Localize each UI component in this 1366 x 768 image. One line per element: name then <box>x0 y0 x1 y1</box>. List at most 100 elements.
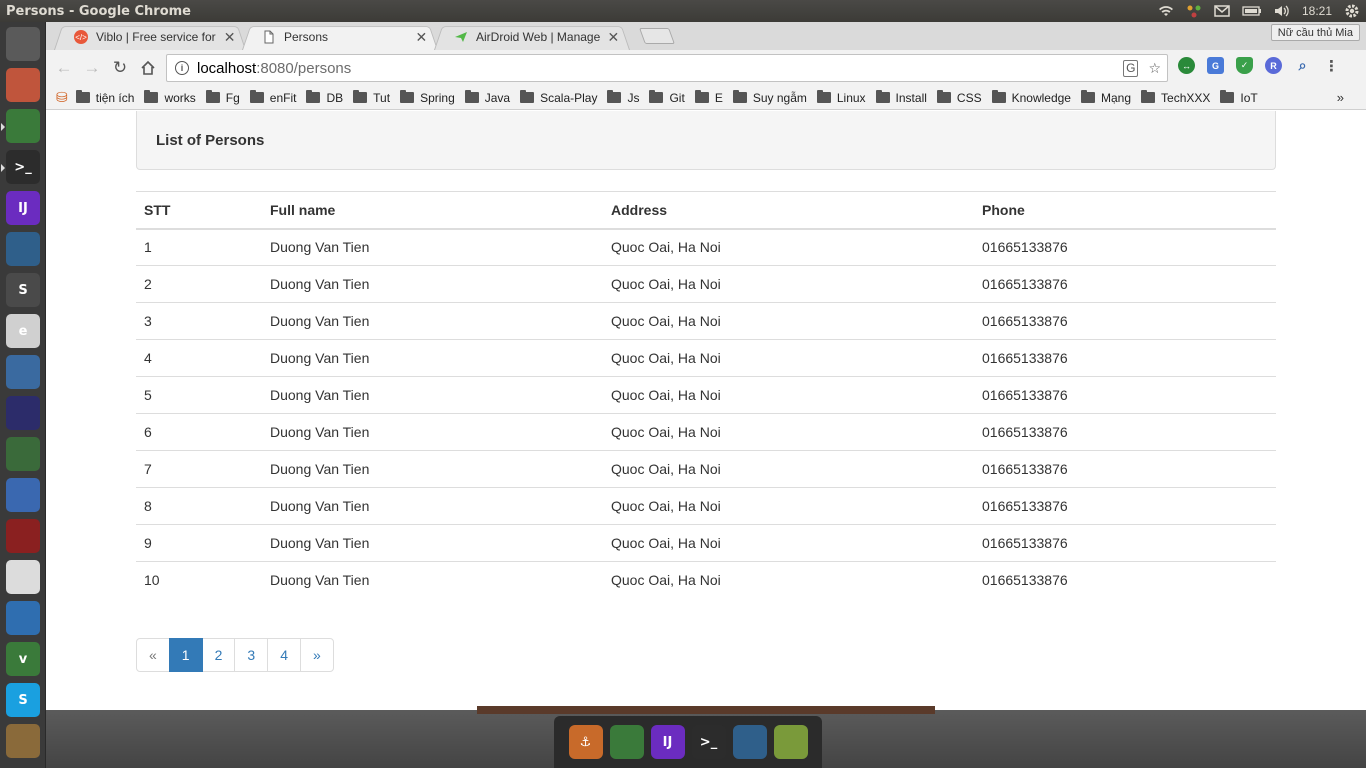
extension-green-arrows-icon[interactable]: ↔ <box>1178 57 1195 74</box>
folder-icon <box>205 90 220 103</box>
search-extension-icon[interactable]: ⌕ <box>1294 57 1311 74</box>
shield-icon[interactable]: ✓ <box>1236 57 1253 74</box>
tab-persons[interactable]: Persons ✕ <box>242 24 438 50</box>
folder-icon <box>607 90 622 103</box>
table-row: 10 Duong Van Tien Quoc Oai, Ha Noi 01665133… <box>136 561 1276 599</box>
document-viewer-icon[interactable] <box>6 601 40 635</box>
address-bar[interactable]: i localhost:8080/persons G ☆ <box>166 54 1168 82</box>
chrome-menu-icon[interactable]: ⋮ <box>1323 57 1340 75</box>
archive-manager-icon[interactable] <box>6 724 40 758</box>
cell-phone: 01665133876 <box>974 339 1276 377</box>
wifi-icon[interactable] <box>1158 4 1174 18</box>
bookmark-folder[interactable]: Scala-Play <box>520 90 597 105</box>
anchor-icon[interactable]: ⚓ <box>568 725 603 759</box>
bookmark-folder[interactable]: Spring <box>400 90 455 105</box>
bookmark-folder[interactable]: Suy ngẫm <box>732 90 807 105</box>
clock[interactable]: 18:21 <box>1302 4 1332 18</box>
mail-icon[interactable] <box>1214 4 1230 18</box>
page-4-button[interactable]: 4 <box>267 638 301 672</box>
terminal-dock-icon[interactable]: >_ <box>691 725 726 759</box>
bookmark-folder[interactable]: E <box>694 90 723 105</box>
intellij-icon[interactable]: IJ <box>6 191 40 225</box>
intellij-dock-icon[interactable]: IJ <box>650 725 685 759</box>
vim-icon[interactable]: v <box>6 642 40 676</box>
bookmark-folder[interactable]: Knowledge <box>991 90 1071 105</box>
column-header-stt: STT <box>136 191 262 230</box>
cell-phone: 01665133876 <box>974 450 1276 488</box>
text-editor-icon[interactable]: e <box>6 314 40 348</box>
extension-r-icon[interactable]: R <box>1265 57 1282 74</box>
bookmark-folder[interactable]: Js <box>607 90 639 105</box>
home-button[interactable] <box>134 54 162 82</box>
bookmark-folder[interactable]: Install <box>875 90 927 105</box>
bookmark-folder[interactable]: IoT <box>1220 90 1258 105</box>
bookmark-folder[interactable]: Fg <box>205 90 240 105</box>
back-button[interactable]: ← <box>50 54 78 82</box>
previous-page-button[interactable]: « <box>136 638 170 672</box>
cell-stt: 3 <box>136 302 262 340</box>
airdroid-favicon-icon <box>455 32 467 42</box>
chrome-dock-icon[interactable] <box>609 725 644 759</box>
profile-button[interactable]: Nữ cầu thủ Mia <box>1270 24 1360 41</box>
file-manager-icon[interactable] <box>6 68 40 102</box>
volume-icon[interactable] <box>1274 4 1290 18</box>
cell-phone: 01665133876 <box>982 239 1068 256</box>
bookmark-folder[interactable]: CSS <box>936 90 982 105</box>
next-page-button[interactable]: » <box>299 638 334 672</box>
skype-icon[interactable]: S <box>6 683 40 717</box>
tab-viblo[interactable]: </> Viblo | Free service for technical ✕ <box>54 24 246 50</box>
bookmark-star-icon[interactable]: ☆ <box>1148 60 1161 77</box>
google-translate-icon[interactable]: G <box>1207 57 1224 74</box>
bookmark-folder[interactable]: tiện ích <box>75 90 134 105</box>
folder-icon <box>464 90 479 103</box>
settings-gear-icon[interactable] <box>1344 3 1360 19</box>
sublime-text-icon[interactable]: S <box>6 273 40 307</box>
gedit-icon[interactable] <box>6 560 40 594</box>
bookmark-folder[interactable]: Java <box>464 90 510 105</box>
folder-icon <box>991 90 1006 103</box>
bookmark-folder[interactable]: Linux <box>816 90 866 105</box>
reload-button[interactable]: ↻ <box>106 54 134 82</box>
apps-icon[interactable]: ⛁ <box>56 89 68 106</box>
cell-stt: 9 <box>136 524 262 562</box>
mysql-dock-icon[interactable] <box>732 725 767 759</box>
bookmark-folder[interactable]: works <box>144 90 196 105</box>
close-tab-icon[interactable]: ✕ <box>607 29 620 46</box>
table-row: 5 Duong Van Tien Quoc Oai, Ha Noi 016651338… <box>136 376 1276 414</box>
site-info-icon[interactable]: i <box>175 61 189 75</box>
chrome-icon[interactable] <box>1 109 40 143</box>
calculator-icon[interactable] <box>6 437 40 471</box>
mysql-workbench-icon[interactable] <box>6 232 40 266</box>
home-icon <box>141 60 155 75</box>
new-tab-button[interactable] <box>639 28 675 44</box>
translate-icon[interactable]: G <box>1123 60 1139 77</box>
tab-airdroid[interactable]: AirDroid Web | Manage your ✕ <box>434 24 630 50</box>
bookmark-folder[interactable]: enFit <box>249 90 296 105</box>
bookmark-folder[interactable]: Tut <box>353 90 390 105</box>
thunderbird-icon[interactable] <box>6 478 40 512</box>
eclipse-icon[interactable] <box>6 396 40 430</box>
shotwell-dock-icon[interactable] <box>773 725 808 759</box>
cell-phone: 01665133876 <box>974 376 1276 414</box>
terminal-icon[interactable]: >_ <box>1 150 40 184</box>
bookmark-folder[interactable]: Git <box>649 90 685 105</box>
close-tab-icon[interactable]: ✕ <box>415 29 428 46</box>
cell-address: Quoc Oai, Ha Noi <box>603 339 974 377</box>
forward-button[interactable]: → <box>78 54 106 82</box>
bookmarks-overflow-button[interactable]: » <box>1337 90 1344 105</box>
virtualbox-icon[interactable] <box>6 355 40 389</box>
bookmark-folder[interactable]: TechXXX <box>1141 90 1210 105</box>
folder-icon <box>249 90 264 103</box>
bookmark-folder[interactable]: DB <box>306 90 343 105</box>
close-tab-icon[interactable]: ✕ <box>223 29 236 46</box>
wine-icon[interactable] <box>6 519 40 553</box>
page-1-button[interactable]: 1 <box>168 638 203 672</box>
battery-icon[interactable] <box>1242 4 1262 18</box>
network-tray-icon[interactable] <box>1186 4 1202 18</box>
viblo-favicon-icon: </> <box>74 30 88 44</box>
ubuntu-dash-icon[interactable] <box>6 27 40 61</box>
cell-full-name: Duong Van Tien <box>262 561 603 599</box>
page-2-button[interactable]: 2 <box>201 638 236 672</box>
bookmark-folder[interactable]: Mạng <box>1080 90 1131 105</box>
page-3-button[interactable]: 3 <box>234 638 269 672</box>
